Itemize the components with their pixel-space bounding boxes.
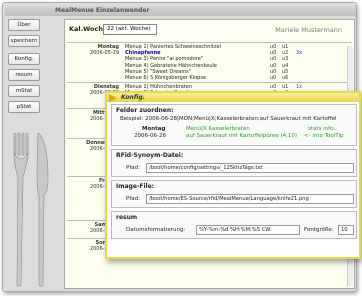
menu-item[interactable]: Menue 6) 5 Königsberger Klopse (125, 75, 325, 81)
tooltip-hint: <- into ToolTip (304, 133, 344, 139)
example-date: 2006-06-26 (134, 133, 166, 139)
image-path-input[interactable]: /boot/home/ES-Source/rfid/MealMenue/Lang… (146, 194, 354, 204)
week-select[interactable]: 22 (akt. Woche) (103, 24, 157, 35)
font-size-input[interactable]: 10 (338, 225, 354, 235)
resum-title: resum (116, 214, 138, 221)
config-window: Konfig. Felder zuordnen: Beispiel: 2006-… (105, 91, 361, 259)
pointer-arrow-icon (109, 94, 117, 102)
menu-extra: u6 (282, 75, 289, 81)
image-section: Image-File: Pfad: /boot/home/ES-Source/r… (111, 180, 357, 208)
desktop: MealMenue Einzelanwender Über speichern … (0, 0, 362, 296)
rfid-section: RFid-Synoym-Datei: Pfad: /boot/home/conf… (111, 149, 357, 177)
fields-section: Felder zuordnen: Beispiel: 2006-06-28|MO… (111, 104, 357, 146)
about-button[interactable]: Über (8, 19, 40, 31)
day-date: 2006-05-29 (89, 50, 119, 56)
user-name: Mariele Mustermann (275, 26, 342, 34)
save-button[interactable]: speichern (8, 35, 40, 47)
day-block: Montag 2006-05-29 Menue 1) Paniertes Schwe… (67, 42, 352, 81)
menu-code: u0 (270, 75, 277, 81)
mstat-button[interactable]: mStat (8, 85, 40, 97)
config-button[interactable]: Konfig. (8, 53, 40, 65)
date-format-input[interactable]: %Y-%m-%d %H:%M:%S CW: (196, 225, 300, 235)
resum-section: resum Datumsformatierung: %Y-%m-%d %H:%M… (111, 211, 357, 239)
example-menu-line2: auf Sauerkraut mit Kartoffelpüree (4,10) (186, 133, 298, 139)
stats-info: stats info.. (308, 126, 337, 132)
resum-button[interactable]: resum (8, 69, 40, 81)
image-path-label: Pfad: (126, 196, 140, 202)
image-title: Image-File: (116, 183, 155, 190)
config-title: Konfig. (121, 94, 146, 101)
example-day: Montag (142, 126, 166, 132)
example-menu-line1: Menü|X Kasselerbraten (186, 126, 250, 132)
pstat-button[interactable]: pStat (8, 101, 40, 113)
fields-example: Beispiel: 2006-06-28|MON;Menü|X;Kasseler… (120, 116, 337, 122)
window-title: MealMenue Einzelanwender (5, 5, 356, 16)
date-format-label: Datumsformatierung: (126, 227, 186, 233)
rfid-path-input[interactable]: /boot/home/config/settings/_125khzTags.t… (146, 163, 354, 173)
fields-title: Felder zuordnen: (116, 107, 174, 114)
font-size-label: Fontgröße: (304, 227, 334, 233)
app-window: MealMenue Einzelanwender Über speichern … (2, 2, 361, 292)
rfid-path-label: Pfad: (126, 165, 140, 171)
cutlery-image (13, 132, 49, 287)
rfid-title: RFid-Synoym-Datei: (116, 152, 184, 159)
